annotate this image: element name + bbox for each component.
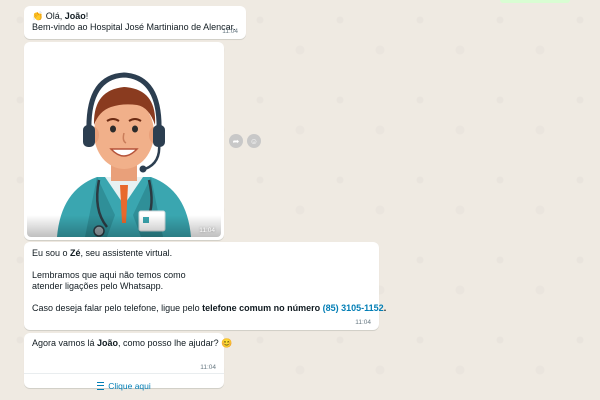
- welcome-text: Bem-vindo ao Hospital José Martiniano de…: [32, 22, 236, 32]
- message-intro[interactable]: Eu sou o Zé, seu assistente virtual. Lem…: [24, 242, 386, 330]
- phone-punct: .: [383, 303, 387, 313]
- forward-icon[interactable]: ➦: [229, 134, 243, 148]
- image-time: 11:04: [199, 227, 215, 234]
- message-time: 11:04: [355, 319, 371, 326]
- list-icon: [97, 382, 105, 390]
- previous-outgoing-message-edge: [500, 0, 570, 3]
- question-body: Agora vamos lá João, como posso lhe ajud…: [24, 333, 232, 373]
- phone-bold-text: telefone comum no número: [202, 303, 323, 313]
- message-time: 11:04: [200, 364, 216, 371]
- phone-text: Caso deseja falar pelo telefone, ligue p…: [32, 303, 203, 313]
- greeting-text: Olá,: [45, 11, 65, 21]
- clap-emoji: 👏: [32, 11, 44, 21]
- phone-line: Caso deseja falar pelo telefone, ligue p…: [32, 303, 386, 314]
- click-here-button[interactable]: Clique aqui: [24, 374, 224, 398]
- assistant-avatar-image[interactable]: 11:04: [27, 45, 221, 237]
- message-image[interactable]: 11:04: [24, 42, 224, 240]
- user-name: João: [64, 11, 86, 21]
- greeting-punct: !: [85, 11, 89, 21]
- assistant-name: Zé: [70, 248, 81, 258]
- reminder-line-1: Lembramos que aqui não temos como: [32, 270, 186, 280]
- react-emoji-icon[interactable]: ☺: [247, 134, 261, 148]
- intro-text: Eu sou o: [32, 248, 71, 258]
- assistant-illustration: [57, 72, 191, 237]
- message-greeting[interactable]: 👏 Olá, João! Bem-vindo ao Hospital José …: [24, 6, 246, 39]
- intro-text-end: , seu assistente virtual.: [80, 248, 173, 258]
- question-line: Agora vamos lá João, como posso lhe ajud…: [32, 338, 232, 349]
- image-fade: [27, 215, 221, 237]
- user-name: João: [97, 338, 119, 348]
- question-text-end: , como posso lhe ajudar?: [118, 338, 222, 348]
- question-text: Agora vamos lá: [32, 338, 98, 348]
- click-here-label: Clique aqui: [108, 381, 151, 391]
- intro-line: Eu sou o Zé, seu assistente virtual.: [32, 248, 371, 259]
- reminder-line-2: atender ligações pelo Whatsapp.: [32, 281, 164, 291]
- message-question[interactable]: Agora vamos lá João, como posso lhe ajud…: [24, 333, 232, 391]
- smile-emoji: 😊: [221, 338, 233, 348]
- phone-number-link[interactable]: (85) 3105-1152: [323, 303, 384, 313]
- message-time: 11:04: [222, 28, 238, 35]
- greeting-line: 👏 Olá, João!: [32, 11, 238, 22]
